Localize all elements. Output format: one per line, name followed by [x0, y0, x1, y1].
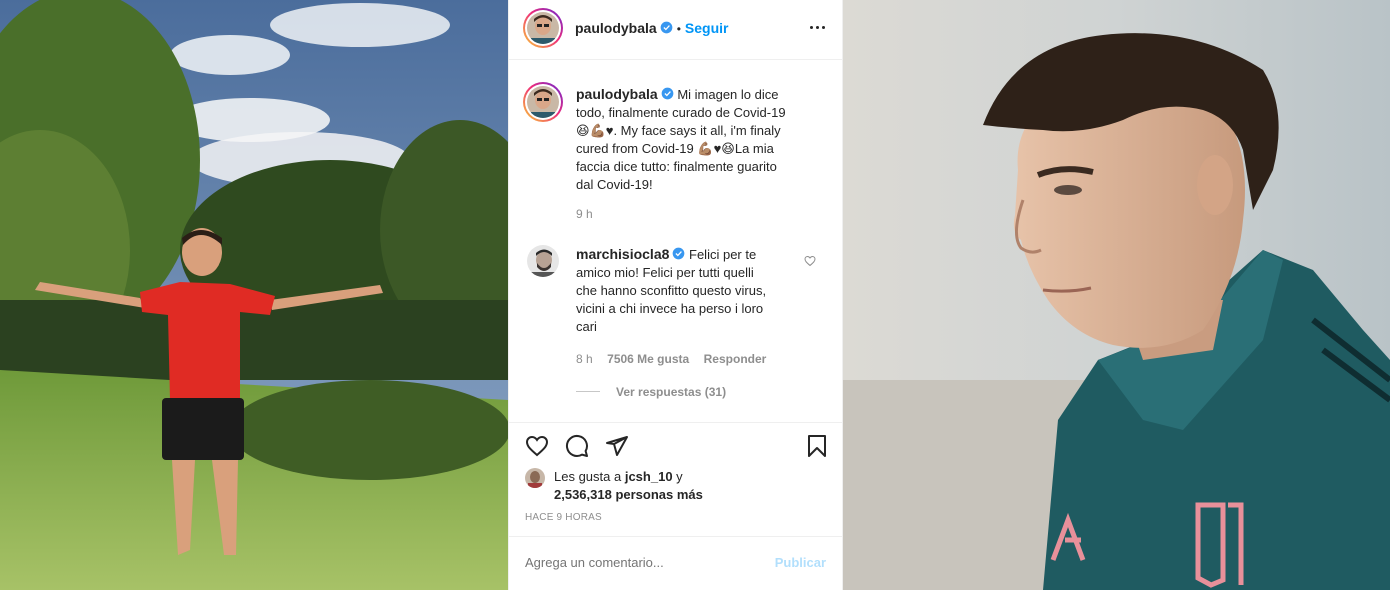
comment-line: che hanno sconfitto questo virus,	[576, 283, 767, 298]
comment-like-icon[interactable]	[804, 255, 816, 267]
post-timestamp[interactable]: HACE 9 HORAS	[525, 512, 602, 523]
reply-button[interactable]: Responder	[704, 352, 767, 366]
caption-line: Mi imagen lo dice	[677, 87, 779, 102]
likes-summary: Les gusta a jcsh_10 y 2,536,318 personas…	[554, 468, 703, 504]
likes-prefix: Les gusta a	[554, 469, 622, 484]
publish-button[interactable]: Publicar	[775, 555, 826, 570]
portrait-photo	[843, 0, 1390, 590]
comment-likes[interactable]: 7506 Me gusta	[607, 352, 689, 366]
comment-input[interactable]	[525, 555, 745, 570]
caption-line: dal Covid-19!	[576, 177, 653, 192]
comment-text: marchisiocla8 Felici per te amico mio! F…	[576, 245, 801, 336]
caption-line: todo, finalmente curado de Covid-19	[576, 105, 786, 120]
divider	[509, 422, 844, 423]
comment-line: amico mio! Felici per tutti quelli	[576, 265, 754, 280]
comment-time[interactable]: 8 h	[576, 352, 593, 366]
verified-icon	[661, 87, 674, 100]
share-icon[interactable]	[605, 434, 629, 458]
liker-username[interactable]: jcsh_10	[625, 469, 673, 484]
commenter-username[interactable]: marchisiocla8	[576, 246, 669, 262]
heart-icon[interactable]	[525, 434, 549, 458]
caption-line: faccia dice tutto: finalmente guarito	[576, 159, 777, 174]
comment-line: cari	[576, 319, 597, 334]
caption-line: cured from Covid-19 💪🏽♥😆La mia	[576, 141, 774, 156]
verified-icon	[660, 21, 673, 34]
caption-username[interactable]: paulodybala	[576, 86, 658, 102]
comment-line: Felici per te	[689, 247, 757, 262]
comment-line: vicini a chi invece ha perso i loro	[576, 301, 764, 316]
caption-time[interactable]: 9 h	[576, 207, 593, 221]
post-photo-left	[0, 0, 508, 590]
post-header: paulodybala • Seguir	[509, 0, 844, 60]
comment-icon[interactable]	[565, 434, 589, 458]
likes-conj: y	[676, 469, 683, 484]
caption-avatar[interactable]	[527, 86, 559, 118]
liker-avatar[interactable]	[525, 468, 545, 488]
post-details-panel: paulodybala • Seguir paulodybala Mi imagen…	[508, 0, 844, 590]
commenter-avatar[interactable]	[527, 245, 559, 277]
more-options-icon[interactable]	[808, 18, 828, 38]
avatar[interactable]	[527, 12, 559, 44]
follow-button[interactable]: Seguir	[685, 20, 729, 36]
bookmark-icon[interactable]	[805, 434, 829, 458]
post-username[interactable]: paulodybala	[575, 20, 657, 36]
separator-dot: •	[676, 22, 681, 36]
caption-text: paulodybala Mi imagen lo dice todo, fina…	[576, 85, 831, 194]
likes-count[interactable]: 2,536,318 personas más	[554, 487, 703, 502]
caption-line: 😆💪🏽♥. My face says it all, i'm finaly	[576, 123, 781, 138]
divider	[509, 536, 844, 537]
replies-line	[576, 391, 600, 393]
view-replies-button[interactable]: Ver respuestas (31)	[616, 385, 726, 399]
verified-icon	[673, 247, 685, 260]
